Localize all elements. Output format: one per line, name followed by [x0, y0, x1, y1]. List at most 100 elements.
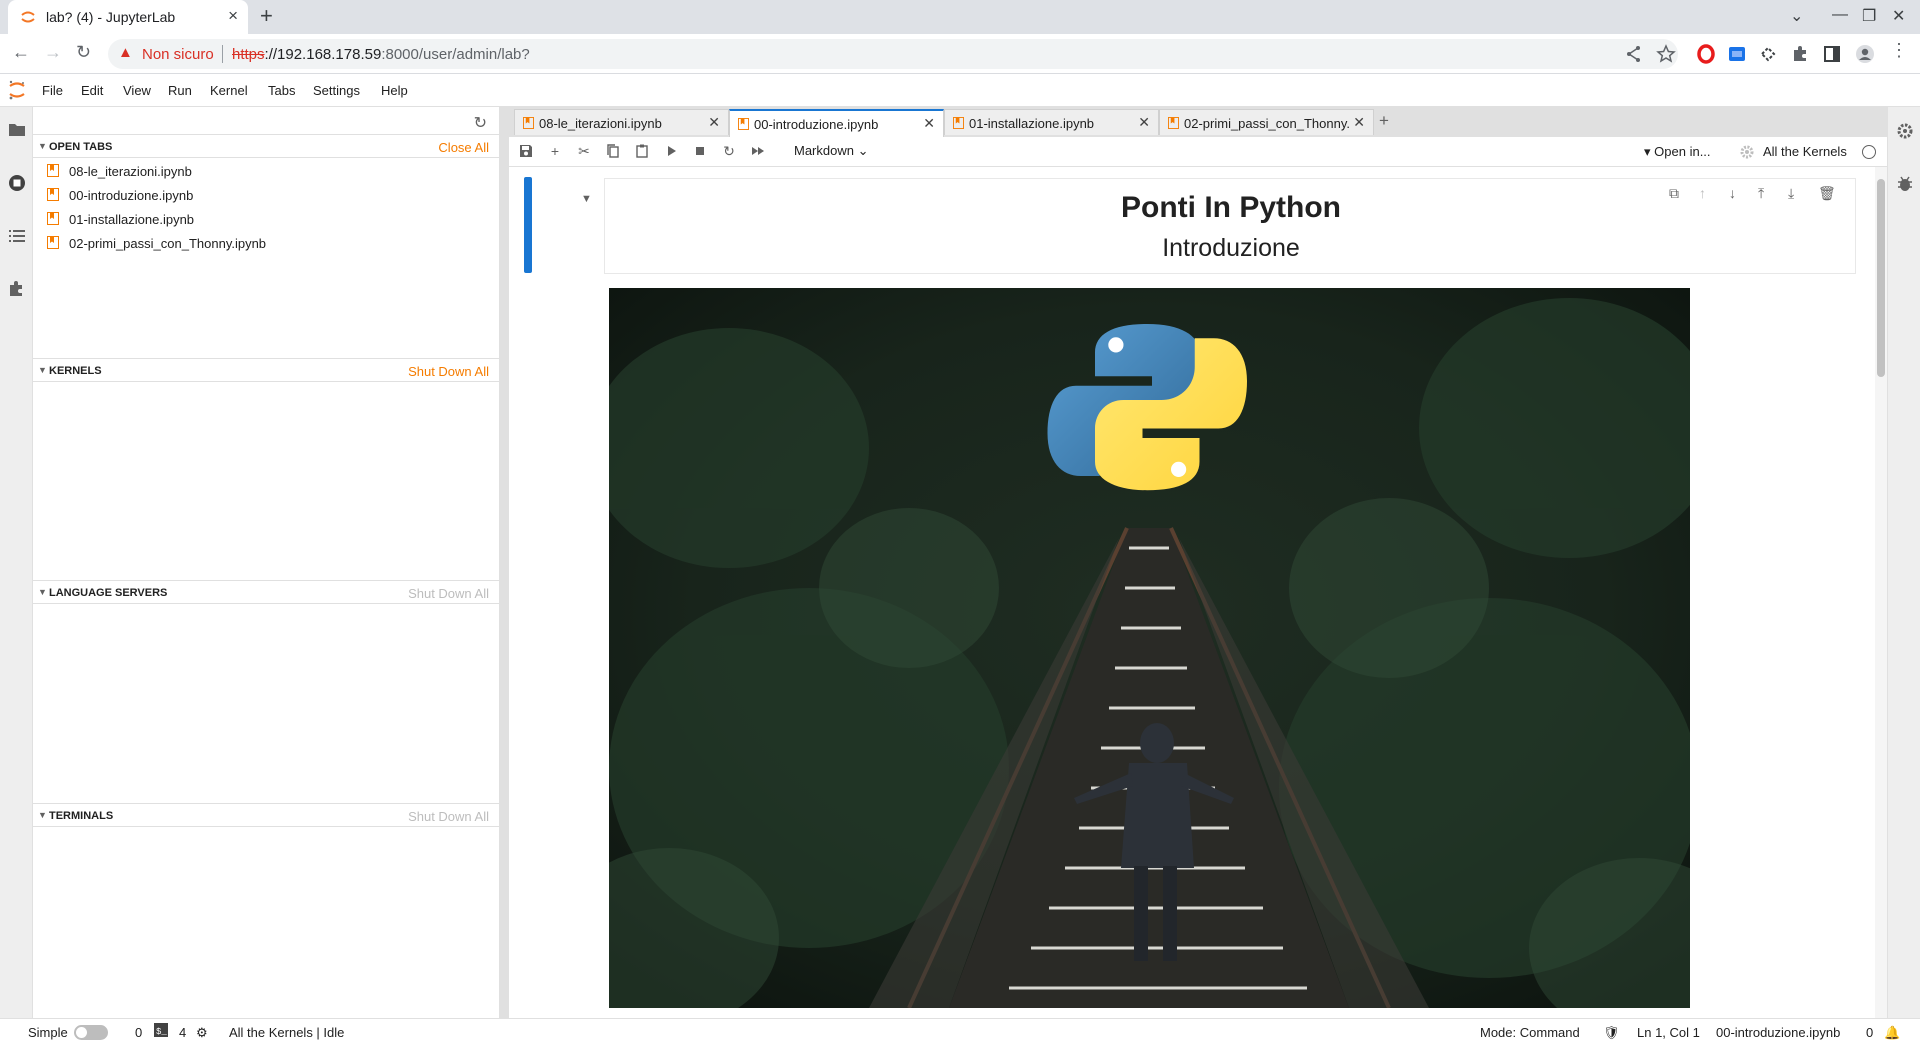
debugger-icon[interactable] — [1895, 174, 1915, 194]
move-down-icon[interactable]: ↓ — [1729, 185, 1736, 201]
doc-tab[interactable]: 01-installazione.ipynb ✕ — [944, 109, 1159, 135]
shield-icon[interactable]: 🛡 — [1603, 1025, 1620, 1041]
url-text[interactable]: https://192.168.178.59:8000/user/admin/l… — [232, 46, 530, 63]
reload-icon[interactable]: ↻ — [76, 42, 91, 63]
puzzle-icon[interactable] — [1790, 44, 1810, 64]
doc-tab-label: 00-introduzione.ipynb — [754, 117, 879, 132]
address-bar[interactable]: ▲ Non sicuro https://192.168.178.59:8000… — [108, 39, 1678, 69]
restore-icon[interactable]: ❐ — [1862, 6, 1876, 26]
running-panel: ↻ ▼ OPEN TABS Close All 08-le_iterazioni… — [33, 107, 505, 1018]
add-cell-icon[interactable]: + — [547, 143, 563, 159]
sidepanel-icon[interactable] — [1822, 44, 1842, 64]
close-icon[interactable]: ✕ — [923, 115, 935, 132]
close-all-button[interactable]: Close All — [438, 140, 489, 155]
cell-collapser[interactable] — [524, 177, 532, 273]
shut-down-all-kernels-button[interactable]: Shut Down All — [408, 364, 489, 379]
profile-icon[interactable] — [1855, 44, 1875, 64]
folder-icon[interactable] — [7, 120, 27, 140]
browser-tab[interactable]: lab? (4) - JupyterLab × — [8, 0, 248, 34]
back-icon[interactable]: ← — [12, 42, 30, 63]
notebook-cells[interactable]: ▼ Ponti In Python Introduzione ⧉ ↑ ↓ ⤒ ⤓… — [509, 167, 1875, 1018]
open-tab-item[interactable]: 01-installazione.ipynb — [33, 207, 499, 231]
notebook-icon — [47, 236, 59, 249]
duplicate-icon[interactable]: ⧉ — [1669, 185, 1679, 202]
close-window-icon[interactable]: ✕ — [1892, 6, 1905, 26]
move-up-icon[interactable]: ↑ — [1699, 185, 1706, 201]
simple-mode-toggle[interactable] — [74, 1025, 108, 1040]
restart-icon[interactable]: ↻ — [721, 143, 737, 159]
tab-search-icon[interactable]: ⌄ — [1790, 6, 1803, 26]
property-inspector-icon[interactable] — [1895, 121, 1915, 141]
cursor-position[interactable]: Ln 1, Col 1 — [1637, 1025, 1700, 1040]
insert-above-icon[interactable]: ⤒ — [1758, 185, 1764, 202]
chevron-down-icon: ⌄ — [857, 143, 869, 158]
terminals-count[interactable]: 0 — [135, 1025, 142, 1040]
open-tab-label: 02-primi_passi_con_Thonny.ipynb — [69, 236, 267, 251]
terminals-header[interactable]: ▼ TERMINALS Shut Down All — [33, 803, 499, 827]
shut-down-all-servers-button[interactable]: Shut Down All — [408, 586, 489, 601]
notifications-count[interactable]: 0 — [1866, 1025, 1873, 1040]
doc-tab-active[interactable]: 00-introduzione.ipynb ✕ — [729, 109, 944, 137]
open-tab-label: 00-introduzione.ipynb — [69, 188, 194, 203]
insert-below-icon[interactable]: ⤓ — [1788, 185, 1794, 202]
jupyter-logo — [9, 80, 25, 100]
share-icon[interactable] — [1624, 44, 1644, 64]
close-tab-icon[interactable]: × — [228, 6, 238, 26]
gear-icon[interactable] — [1739, 144, 1755, 160]
kernels-header[interactable]: ▼ KERNELS Shut Down All — [33, 358, 499, 382]
delete-icon[interactable]: 🗑 — [1818, 185, 1836, 202]
extension-icon[interactable] — [1758, 44, 1778, 64]
menu-view[interactable]: View — [123, 83, 151, 98]
doc-tab[interactable]: 02-primi_passi_con_Thonny.ipynb ✕ — [1159, 109, 1374, 135]
security-label[interactable]: Non sicuro — [142, 46, 214, 63]
shut-down-all-terminals-button[interactable]: Shut Down All — [408, 809, 489, 824]
copy-icon[interactable] — [605, 143, 621, 159]
scrollbar-thumb[interactable] — [1877, 179, 1885, 377]
kernel-status-text[interactable]: All the Kernels | Idle — [229, 1025, 344, 1040]
menu-run[interactable]: Run — [168, 83, 192, 98]
kernels-count[interactable]: 4 — [179, 1025, 186, 1040]
chevron-down-icon: ▼ — [38, 365, 47, 375]
forward-icon[interactable]: → — [44, 42, 62, 63]
menu-edit[interactable]: Edit — [81, 83, 103, 98]
kernel-name[interactable]: All the Kernels — [1763, 144, 1847, 159]
open-tab-item[interactable]: 02-primi_passi_con_Thonny.ipynb — [33, 231, 499, 255]
extensions-icon[interactable] — [7, 279, 27, 299]
simple-mode-label: Simple — [28, 1025, 68, 1040]
chevron-down-icon[interactable]: ▼ — [581, 193, 592, 205]
language-servers-header[interactable]: ▼ LANGUAGE SERVERS Shut Down All — [33, 580, 499, 604]
fast-forward-icon[interactable] — [750, 143, 766, 159]
menu-tabs[interactable]: Tabs — [268, 83, 295, 98]
close-icon[interactable]: ✕ — [708, 114, 720, 131]
running-icon[interactable] — [7, 173, 27, 193]
new-tab-button[interactable]: + — [260, 3, 273, 29]
save-icon[interactable] — [518, 143, 534, 159]
cut-icon[interactable]: ✂ — [576, 143, 592, 159]
menu-kernel[interactable]: Kernel — [210, 83, 248, 98]
menu-icon[interactable]: ⋮ — [1890, 40, 1908, 61]
open-tab-item[interactable]: 00-introduzione.ipynb — [33, 183, 499, 207]
add-tab-button[interactable]: + — [1379, 111, 1389, 131]
close-icon[interactable]: ✕ — [1353, 114, 1365, 131]
stop-icon[interactable] — [692, 143, 708, 159]
extension-icon[interactable] — [1727, 44, 1747, 64]
star-icon[interactable] — [1656, 44, 1676, 64]
bell-icon[interactable]: 🔔 — [1884, 1025, 1900, 1041]
menu-help[interactable]: Help — [381, 83, 408, 98]
minimize-icon[interactable]: — — [1832, 6, 1848, 24]
open-tabs-header[interactable]: ▼ OPEN TABS Close All — [33, 134, 499, 158]
main-dock-area: 08-le_iterazioni.ipynb ✕ 00-introduzione… — [505, 107, 1887, 1018]
menu-settings[interactable]: Settings — [313, 83, 360, 98]
doc-tab[interactable]: 08-le_iterazioni.ipynb ✕ — [514, 109, 729, 135]
cell-type-dropdown[interactable]: Markdown ⌄ — [794, 143, 869, 159]
close-icon[interactable]: ✕ — [1138, 114, 1150, 131]
open-tab-item[interactable]: 08-le_iterazioni.ipynb — [33, 159, 499, 183]
run-icon[interactable] — [663, 143, 679, 159]
vertical-scrollbar[interactable] — [1875, 167, 1887, 1018]
refresh-icon[interactable]: ↻ — [474, 113, 487, 133]
paste-icon[interactable] — [634, 143, 650, 159]
opera-icon[interactable] — [1696, 44, 1716, 64]
open-in-button[interactable]: ▾ Open in... — [1644, 144, 1711, 160]
menu-file[interactable]: File — [42, 83, 63, 98]
toc-icon[interactable] — [7, 226, 27, 246]
